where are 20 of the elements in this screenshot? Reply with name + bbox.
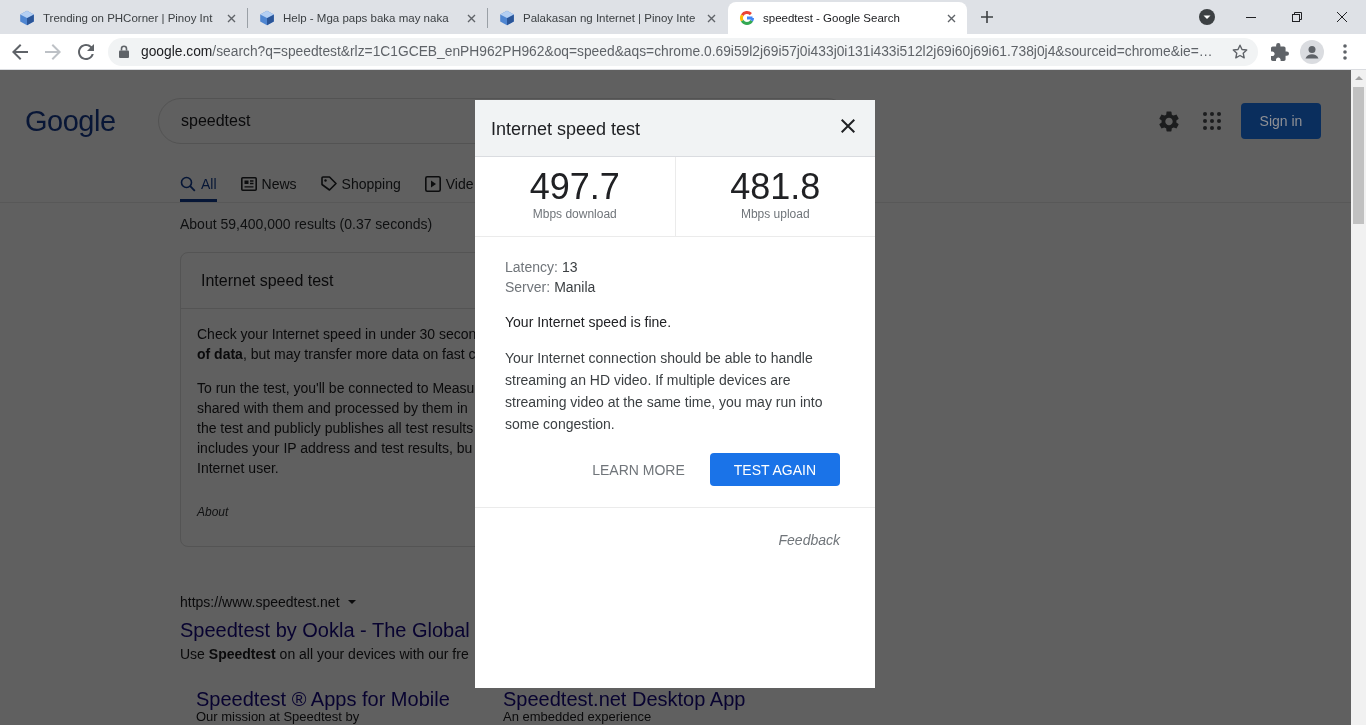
- description-text: Your Internet connection should be able to handle streaming an HD video. If multiple devices are streaming video at the same time, you may run into some congestion.: [505, 349, 824, 434]
- detail-value: Manila: [554, 278, 596, 297]
- paragraph: Check your Internet speed in under 30 secon of data, but may transfer more data on fast c: [197, 325, 477, 364]
- paragraph: To run the test, you'll be connected to Measu shared with them and processed by them in the test and publicly publishes all test results includes your IP address and test results, bu Internet user.: [197, 379, 475, 478]
- speed-value: 497.7: [529, 167, 620, 207]
- search-query: speedtest: [181, 111, 251, 131]
- card-title: Internet speed test: [201, 271, 334, 290]
- dialog-title: Internet speed test: [491, 118, 641, 140]
- status-text: Your Internet speed is fine.: [505, 314, 672, 330]
- detail-label: Server:: [505, 278, 551, 297]
- speed-unit: Mbps download: [532, 207, 617, 221]
- detail-label: Latency:: [505, 258, 558, 277]
- result-stats: About 59,400,000 results (0.37 seconds): [180, 216, 433, 232]
- detail-value: 13: [561, 258, 578, 277]
- speed-value: 481.8: [730, 167, 821, 207]
- speed-unit: Mbps upload: [740, 207, 810, 221]
- sitelink-snippet: Our mission at Speedtest by: [196, 710, 360, 724]
- sitelink-snippet: An embedded experience: [503, 710, 652, 724]
- url-text: google.com/search?q=speedtest&rlz=1C1GCEB_enPH962PH962&oq=speed&aqs=chrome.0.69i59l2j69i57j0i433j0i131i433i512l2j69i60j69i61.738j0j4&sourceid=chrome&ie=…: [141, 44, 1213, 59]
- result-snippet: Use Speedtest on all your devices with our fre: [180, 646, 469, 662]
